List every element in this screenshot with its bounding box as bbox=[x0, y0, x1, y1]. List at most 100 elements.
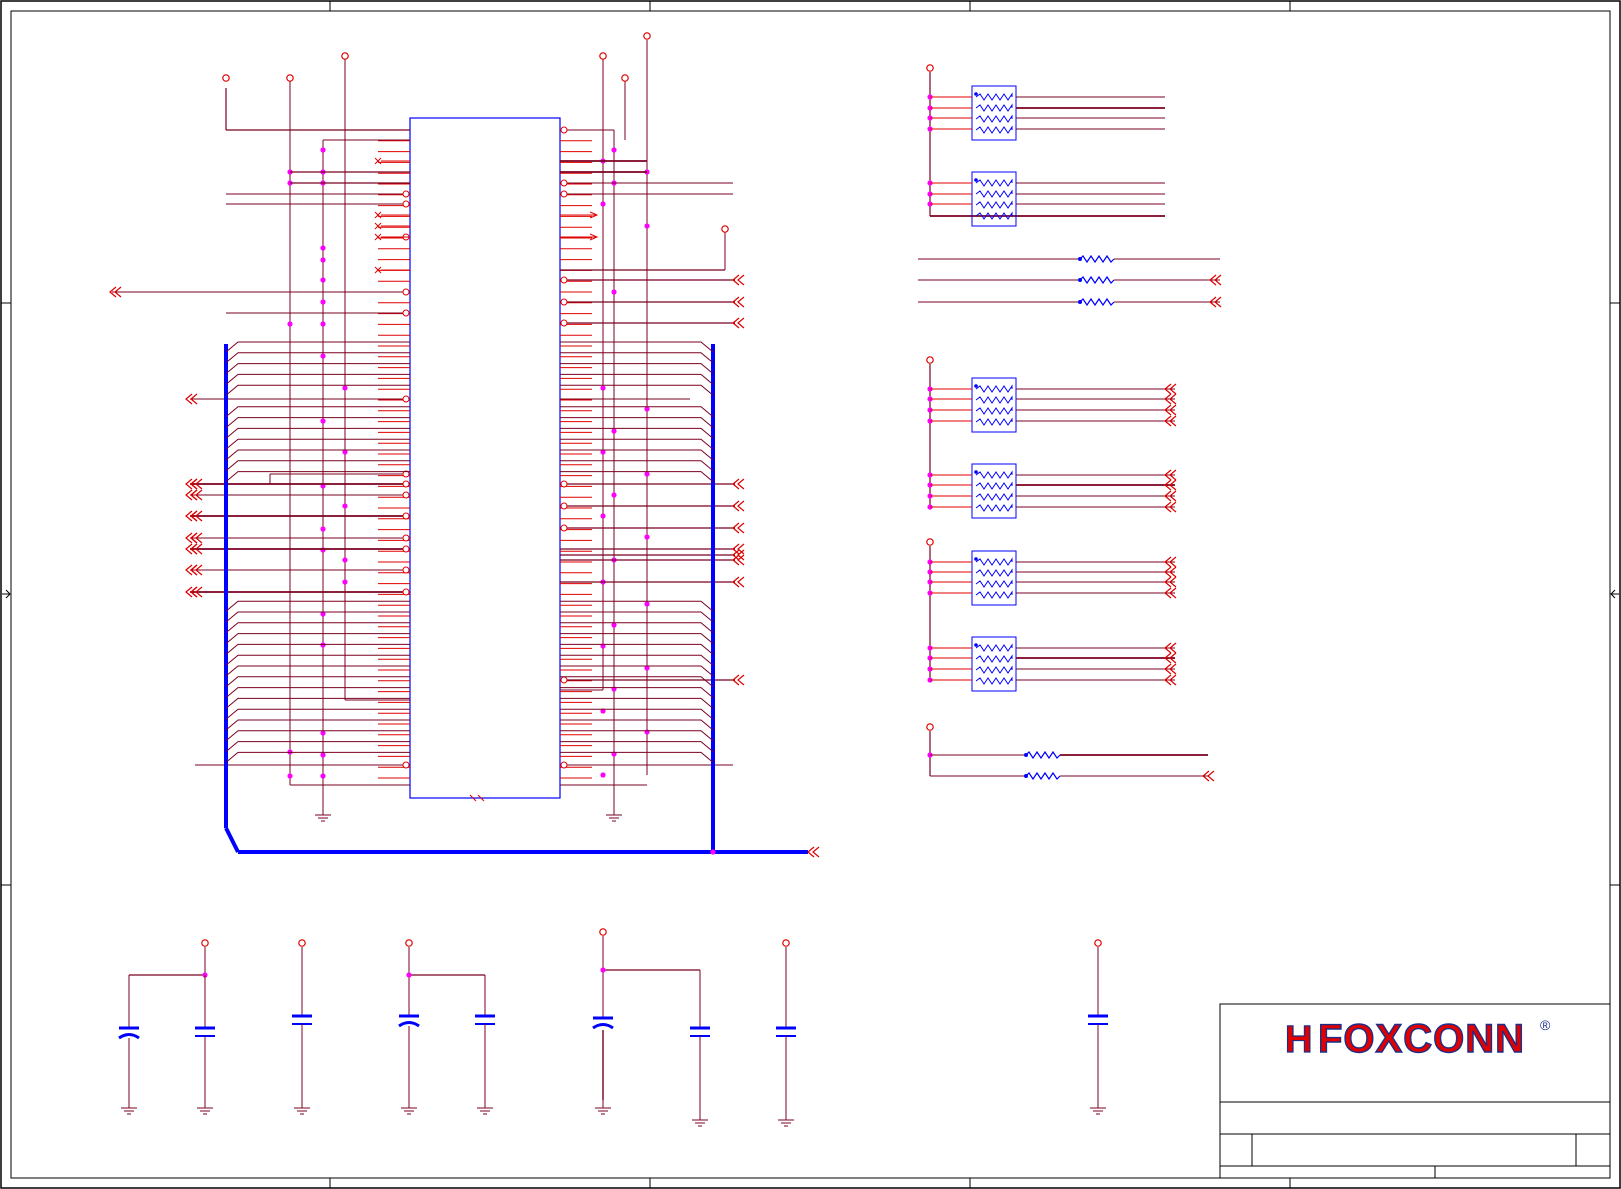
bus-entry bbox=[560, 460, 714, 472]
resistor-pin bbox=[1024, 774, 1028, 778]
bus-entry bbox=[225, 654, 410, 666]
bus-entry bbox=[560, 341, 714, 353]
schematic-content bbox=[109, 32, 1222, 1127]
bus-entry bbox=[560, 427, 714, 439]
resnet-body bbox=[971, 550, 1017, 606]
junction-dot bbox=[600, 967, 606, 973]
ground-symbol bbox=[477, 1100, 493, 1115]
resistor-pin bbox=[1078, 278, 1082, 282]
bus-entry bbox=[225, 427, 410, 439]
ground-lines bbox=[294, 1100, 310, 1115]
pin-bubble bbox=[560, 502, 568, 510]
ground-lines bbox=[121, 1100, 137, 1115]
ground-lines bbox=[778, 1112, 794, 1127]
bus-entry bbox=[225, 373, 410, 385]
bus-entry bbox=[560, 471, 714, 482]
junction-dot bbox=[287, 321, 293, 327]
bus-entry bbox=[225, 730, 410, 742]
junction-dot bbox=[644, 729, 650, 735]
bus-entry bbox=[225, 417, 410, 428]
polarized-capacitor bbox=[118, 1026, 140, 1040]
bus-entry bbox=[560, 643, 714, 655]
cap-curved-plate bbox=[592, 1023, 614, 1030]
junction-dot bbox=[320, 245, 326, 251]
resistor-network bbox=[971, 171, 1017, 227]
bus-entry bbox=[225, 741, 410, 752]
resnet-element bbox=[975, 395, 1013, 404]
logo-wordmark: FOXCONN bbox=[1318, 1017, 1525, 1061]
pin-bubble bbox=[402, 566, 410, 574]
ground-lines bbox=[606, 807, 622, 822]
resnet-element bbox=[975, 579, 1013, 588]
junction-dot bbox=[600, 513, 606, 519]
power-port-circle bbox=[201, 939, 209, 947]
resistor bbox=[1078, 254, 1115, 264]
bus-entry bbox=[560, 708, 714, 720]
resnet-element bbox=[975, 568, 1013, 577]
offpage-connector-arrow bbox=[807, 846, 820, 858]
ground-lines bbox=[315, 807, 331, 822]
resistor-network bbox=[971, 550, 1017, 606]
ground-symbol bbox=[1090, 1100, 1106, 1115]
resnet-element bbox=[975, 114, 1013, 123]
sheet-frame bbox=[0, 0, 1621, 1189]
no-connect-mark bbox=[374, 233, 382, 241]
pin-bubble bbox=[560, 524, 568, 532]
ground-lines bbox=[477, 1100, 493, 1115]
ground-symbol bbox=[401, 1100, 417, 1115]
resistor bbox=[1024, 750, 1061, 760]
power-port-circle bbox=[926, 356, 934, 364]
power-port-circle bbox=[1094, 939, 1102, 947]
resnet-element bbox=[975, 384, 1013, 393]
power-port-circle bbox=[298, 939, 306, 947]
bus-entry bbox=[225, 363, 410, 374]
capacitor bbox=[195, 1026, 215, 1037]
pin-bubble bbox=[402, 309, 410, 317]
bus-entry bbox=[225, 460, 410, 472]
power-port-circle bbox=[926, 723, 934, 731]
pin-bubble bbox=[402, 480, 410, 488]
capacitor bbox=[690, 1026, 710, 1037]
pin1-marker bbox=[974, 384, 978, 388]
resnet-element bbox=[975, 643, 1013, 652]
no-connect-mark bbox=[374, 211, 382, 219]
bus-entry bbox=[225, 611, 410, 623]
junction-dot bbox=[342, 579, 348, 585]
resistor bbox=[1078, 275, 1115, 285]
resistor-zigzag bbox=[1079, 254, 1115, 264]
resnet-element bbox=[975, 492, 1013, 501]
bus-entry bbox=[560, 352, 714, 364]
junction-dot bbox=[320, 752, 326, 758]
bus-entry bbox=[560, 633, 714, 644]
pin-bubble bbox=[560, 761, 568, 769]
pin1-marker bbox=[974, 557, 978, 561]
junction-dot bbox=[320, 526, 326, 532]
bus-entry bbox=[560, 687, 714, 698]
bus-entry bbox=[560, 406, 714, 418]
junction-dot bbox=[710, 849, 716, 855]
pin-bubble bbox=[560, 298, 568, 306]
pin-bubble bbox=[560, 319, 568, 327]
resnet-element bbox=[975, 211, 1013, 220]
chevron bbox=[807, 846, 820, 858]
pin-bubble bbox=[402, 200, 410, 208]
pin-bubble bbox=[560, 676, 568, 684]
bus-entry bbox=[560, 730, 714, 742]
bus-entry bbox=[560, 600, 714, 612]
resnet-element bbox=[975, 590, 1013, 599]
bus-entry bbox=[560, 363, 714, 374]
bus-entry bbox=[560, 741, 714, 752]
resistor-network bbox=[971, 85, 1017, 141]
resnet-body bbox=[971, 171, 1017, 227]
resistor-zigzag bbox=[1079, 275, 1115, 285]
junction-dot bbox=[320, 321, 326, 327]
pin1-marker bbox=[974, 92, 978, 96]
ground-symbol bbox=[595, 1100, 611, 1115]
resnet-element bbox=[975, 470, 1013, 479]
polarized-capacitor bbox=[592, 1016, 614, 1030]
junction-dot bbox=[342, 385, 348, 391]
junction-dot bbox=[406, 972, 412, 978]
bus-entry bbox=[225, 471, 410, 482]
resistor-pin bbox=[1024, 753, 1028, 757]
junction-dot bbox=[644, 471, 650, 477]
